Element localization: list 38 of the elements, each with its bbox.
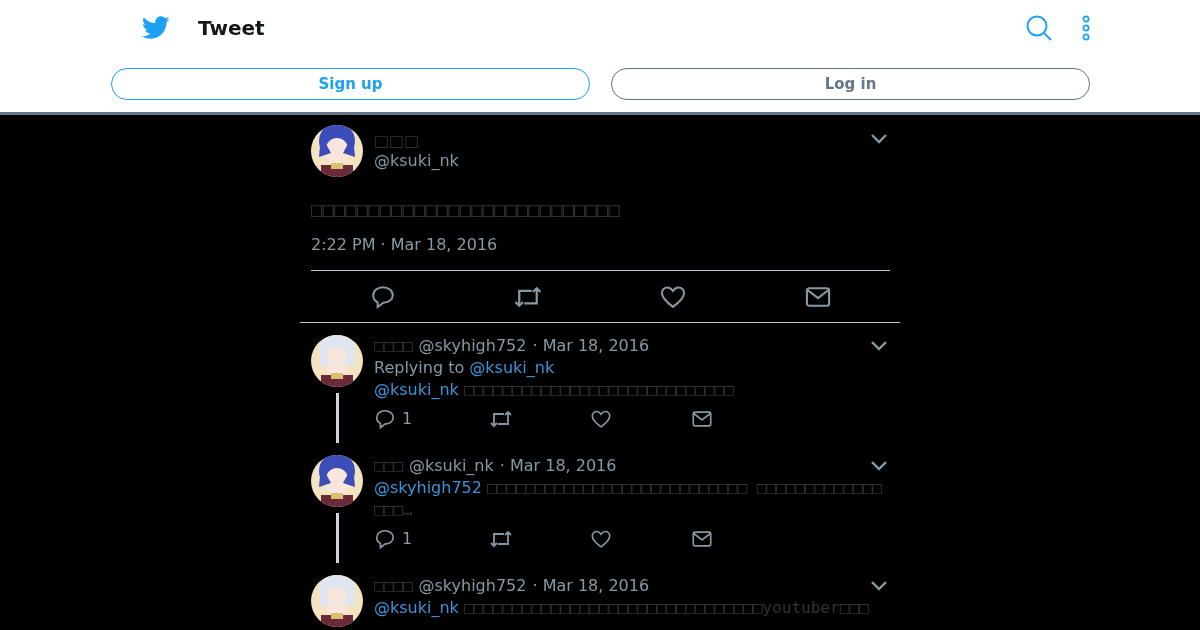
comment-icon[interactable] bbox=[374, 528, 396, 550]
reply-text: @skyhigh752 □□□□□□□□□□□□□□□□□□□□□□□□□□□ □□□□□□□□□□□□□□□□… bbox=[374, 477, 883, 521]
mail-icon[interactable] bbox=[691, 528, 713, 550]
log-in-button[interactable]: Log in bbox=[611, 68, 1090, 100]
reply-count: 1 bbox=[402, 408, 413, 430]
heart-icon[interactable] bbox=[590, 408, 612, 430]
chevron-down-icon[interactable] bbox=[870, 460, 888, 472]
search-icon[interactable] bbox=[1026, 15, 1052, 41]
reply-date: · Mar 18, 2016 bbox=[532, 575, 650, 597]
chevron-down-icon[interactable] bbox=[870, 133, 888, 145]
user-name: □□□ bbox=[374, 455, 403, 477]
user-handle: @skyhigh752 bbox=[418, 575, 527, 597]
user-name: □□□□ bbox=[374, 335, 413, 357]
reply-date: · Mar 18, 2016 bbox=[499, 455, 617, 477]
tweet-timestamp: 2:22 PM · Mar 18, 2016 bbox=[311, 235, 890, 271]
reply-text: @ksuki_nk □□□□□□□□□□□□□□□□□□□□□□□□□□□□ bbox=[374, 379, 735, 401]
mail-icon[interactable] bbox=[691, 408, 713, 430]
replying-label: Replying to bbox=[374, 358, 465, 377]
reply-date: · Mar 18, 2016 bbox=[532, 335, 650, 357]
chevron-down-icon[interactable] bbox=[870, 580, 888, 592]
comment-icon[interactable] bbox=[374, 408, 396, 430]
user-handle: @ksuki_nk bbox=[408, 455, 494, 477]
user-name: □□□□ bbox=[374, 575, 413, 597]
bird-icon[interactable] bbox=[142, 16, 170, 40]
comment-icon[interactable] bbox=[370, 283, 397, 310]
reply-count: 1 bbox=[402, 528, 413, 550]
heart-icon[interactable] bbox=[590, 528, 612, 550]
user-handle: @skyhigh752 bbox=[418, 335, 527, 357]
mention-link[interactable]: @ksuki_nk bbox=[374, 380, 459, 399]
tweet-text: □□□□□□□□□□□□□□□□□□□□□□□□□□□ bbox=[311, 197, 621, 222]
user-name: □□□ bbox=[374, 131, 421, 151]
page-title: Tweet bbox=[198, 16, 266, 40]
chevron-down-icon[interactable] bbox=[870, 340, 888, 352]
mention-link[interactable]: @ksuki_nk bbox=[374, 598, 459, 617]
mention-link[interactable]: @ksuki_nk bbox=[469, 358, 555, 377]
more-options-icon[interactable] bbox=[1082, 15, 1090, 41]
mention-link[interactable]: @skyhigh752 bbox=[374, 478, 482, 497]
user-handle: @ksuki_nk bbox=[374, 151, 460, 171]
